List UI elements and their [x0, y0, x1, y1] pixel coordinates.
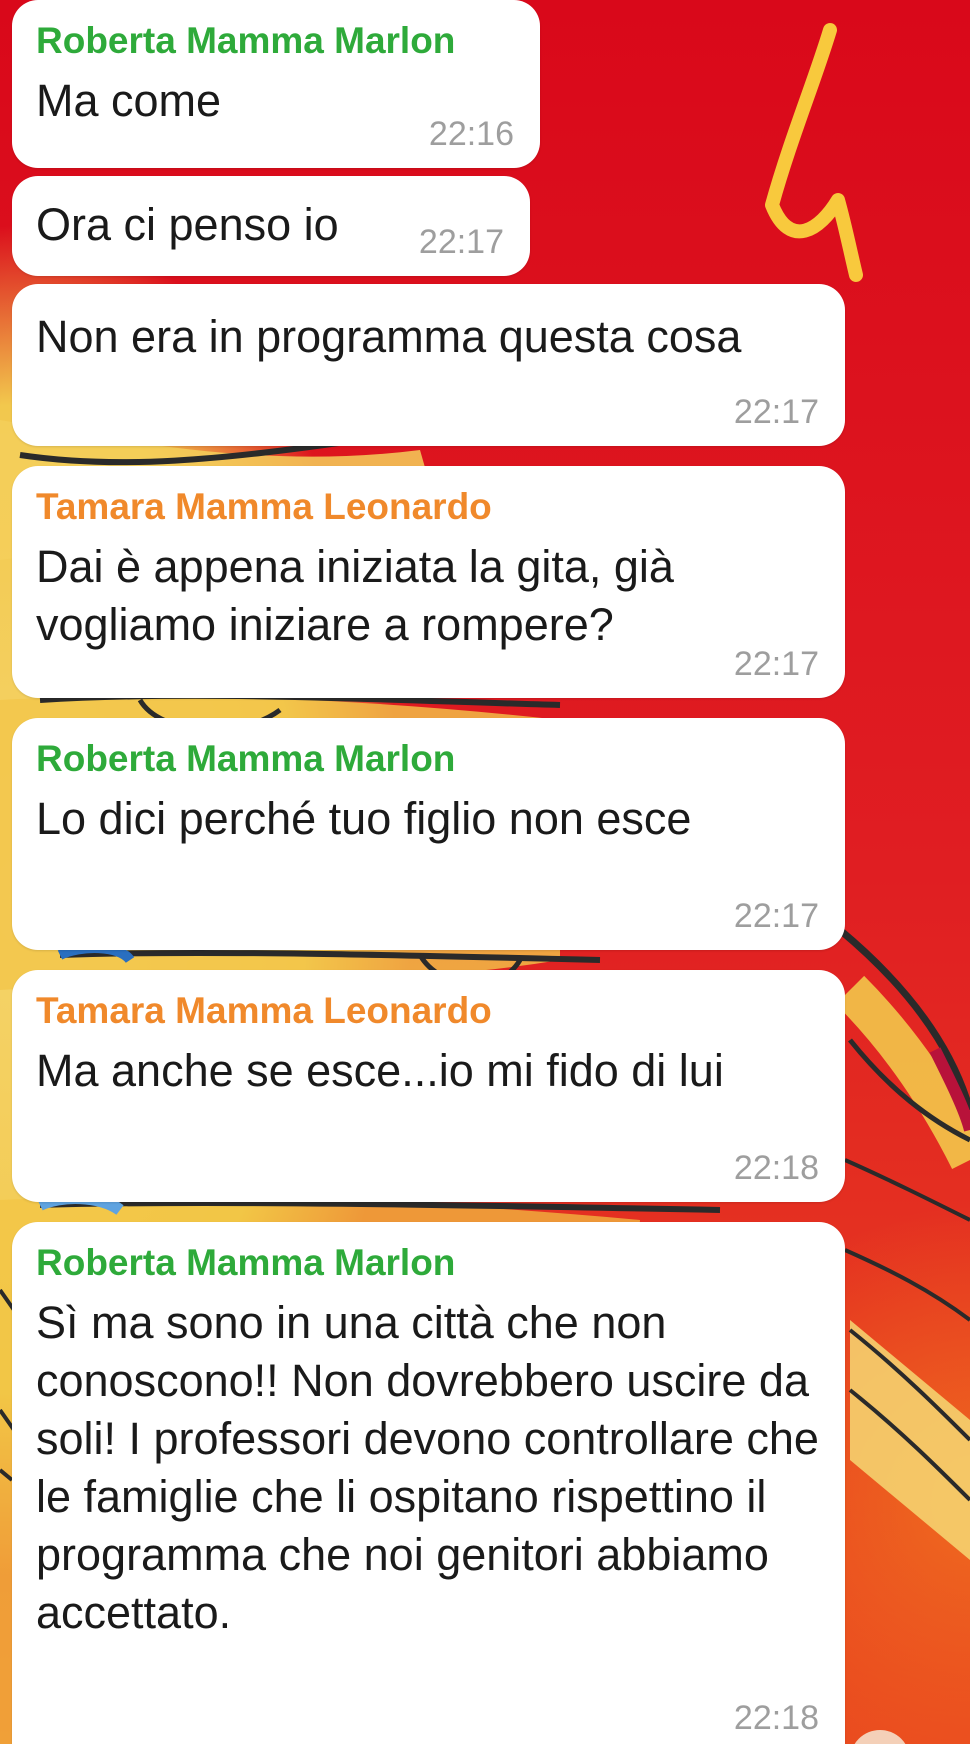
- message-text: Non era in programma questa cosa: [36, 311, 742, 362]
- message-timestamp: 22:17: [733, 897, 819, 935]
- message-timestamp: 22:17: [733, 393, 819, 431]
- message-bubble[interactable]: Roberta Mamma Marlon Sì ma sono in una c…: [12, 1222, 845, 1744]
- message-bubble[interactable]: Ora ci penso io 22:17: [12, 176, 530, 276]
- message-timestamp: 22:17: [733, 645, 819, 683]
- message-text: Ma anche se esce...io mi fido di lui: [36, 1045, 724, 1096]
- message-timestamp: 22:16: [428, 115, 514, 153]
- message-bubble[interactable]: Tamara Mamma Leonardo Ma anche se esce..…: [12, 970, 845, 1202]
- message-bubble[interactable]: Tamara Mamma Leonardo Dai è appena inizi…: [12, 466, 845, 698]
- message-timestamp: 22:17: [418, 223, 504, 261]
- message-text: Sì ma sono in una città che non conoscon…: [36, 1297, 819, 1638]
- sender-name[interactable]: Roberta Mamma Marlon: [36, 18, 516, 64]
- message-timestamp: 22:18: [733, 1699, 819, 1737]
- message-text: Dai è appena iniziata la gita, già vogli…: [36, 541, 674, 650]
- message-bubble[interactable]: Roberta Mamma Marlon Lo dici perché tuo …: [12, 718, 845, 950]
- sender-name[interactable]: Roberta Mamma Marlon: [36, 736, 821, 782]
- sender-name[interactable]: Tamara Mamma Leonardo: [36, 988, 821, 1034]
- message-bubble[interactable]: Non era in programma questa cosa 22:17: [12, 284, 845, 446]
- message-timestamp: 22:18: [733, 1149, 819, 1187]
- message-text: Lo dici perché tuo figlio non esce: [36, 793, 692, 844]
- sender-name[interactable]: Tamara Mamma Leonardo: [36, 484, 675, 530]
- sender-name[interactable]: Roberta Mamma Marlon: [36, 1240, 821, 1286]
- message-bubble[interactable]: Roberta Mamma Marlon Ma come 22:16: [12, 0, 540, 168]
